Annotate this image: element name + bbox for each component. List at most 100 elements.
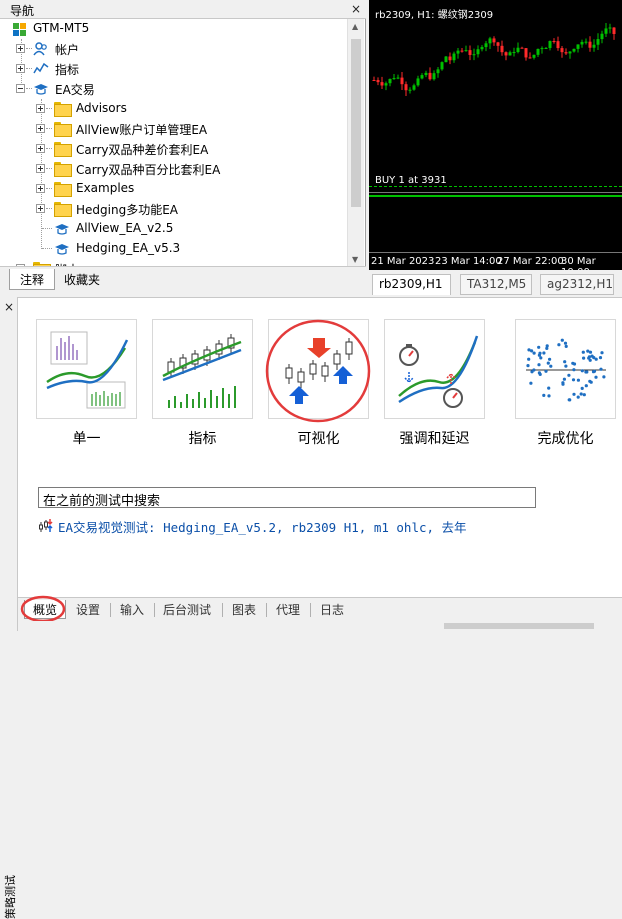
optimization-dot xyxy=(542,351,546,355)
tree-item-scripts[interactable]: 脚本 xyxy=(0,259,347,266)
expand-icon[interactable] xyxy=(36,124,45,133)
mode-indicator-card[interactable] xyxy=(152,319,253,419)
tree-folder-carry-percent[interactable]: Carry双品种百分比套利EA xyxy=(0,159,347,179)
folder-icon xyxy=(54,122,72,137)
optimization-dot xyxy=(600,351,604,355)
expand-icon[interactable] xyxy=(36,144,45,153)
mode-single-card[interactable] xyxy=(36,319,137,419)
mode-optimization-card[interactable] xyxy=(515,319,616,419)
tree-item-label: AllView_EA_v2.5 xyxy=(76,221,174,235)
optimization-dot xyxy=(561,382,565,386)
navigator-scrollbar[interactable]: ▲ ▼ xyxy=(347,19,364,266)
candle-body xyxy=(512,52,516,54)
tab-inputs[interactable]: 输入 xyxy=(120,600,144,619)
tree-ea-hedging[interactable]: Hedging_EA_v5.3 xyxy=(0,239,347,259)
candle-body xyxy=(460,50,464,52)
chart-tab-ta312[interactable]: TA312,M5 xyxy=(460,274,532,295)
optimization-dot xyxy=(584,370,588,374)
tab-settings[interactable]: 设置 xyxy=(76,600,100,619)
tester-horizontal-scrollbar[interactable] xyxy=(18,621,622,631)
candle-body xyxy=(456,50,460,54)
candle-body xyxy=(444,56,448,63)
candle-body xyxy=(388,78,392,84)
navigator-close-icon[interactable]: × xyxy=(350,3,362,15)
candle-body xyxy=(596,39,600,45)
optimization-dot xyxy=(587,355,591,359)
tab-agents[interactable]: 代理 xyxy=(276,600,300,619)
mode-stress-delay-card[interactable] xyxy=(384,319,485,419)
tab-favorites[interactable]: 收藏夹 xyxy=(54,269,110,290)
optimization-dot xyxy=(546,361,550,365)
tree-item-expert-advisors[interactable]: EA交易 xyxy=(0,79,347,99)
chart-tab-rb2309[interactable]: rb2309,H1 xyxy=(372,274,451,295)
tab-journal[interactable]: 日志 xyxy=(320,600,344,619)
candle-body xyxy=(532,54,536,58)
candle-body xyxy=(372,80,376,81)
price-chart[interactable]: rb2309, H1: 螺纹钢2309 BUY 1 at 3931 21 Mar… xyxy=(369,0,622,270)
expert-advisors-icon xyxy=(34,84,48,95)
tree-item-indicators[interactable]: 指标 xyxy=(0,59,347,79)
candle-body xyxy=(560,48,564,53)
expand-icon[interactable] xyxy=(16,64,25,73)
indicators-icon xyxy=(33,62,49,74)
tree-folder-hedging[interactable]: Hedging多功能EA xyxy=(0,199,347,219)
tester-side-title: 策略测试 xyxy=(4,875,17,919)
optimization-dot xyxy=(560,338,564,342)
candle-body xyxy=(500,45,504,53)
candle-body xyxy=(464,50,468,52)
chart-tab-ag2312[interactable]: ag2312,H1 xyxy=(540,274,614,295)
candle-body xyxy=(468,50,472,55)
expand-icon[interactable] xyxy=(36,204,45,213)
indicator-level-line xyxy=(369,195,622,197)
optimization-dot xyxy=(567,398,571,402)
optimization-dot xyxy=(539,356,543,360)
collapse-icon[interactable] xyxy=(16,84,25,93)
navigator-tabs: 注释 收藏夹 xyxy=(0,266,366,296)
scroll-up-icon[interactable]: ▲ xyxy=(352,22,358,31)
mode-optimization-label: 完成优化 xyxy=(537,431,594,447)
expand-icon[interactable] xyxy=(36,104,45,113)
trade-level-line xyxy=(369,186,622,187)
optimization-dot xyxy=(592,356,596,360)
tree-ea-allview[interactable]: AllView_EA_v2.5 xyxy=(0,219,347,239)
tester-close-icon[interactable]: × xyxy=(3,301,15,313)
tab-graph[interactable]: 图表 xyxy=(232,600,256,619)
candle-body xyxy=(392,78,396,80)
scrollbar-thumb[interactable] xyxy=(444,623,594,629)
tree-item-accounts[interactable]: 帐户 xyxy=(0,39,347,59)
candle-body xyxy=(384,83,388,86)
candle-body xyxy=(592,44,596,48)
scroll-down-icon[interactable]: ▼ xyxy=(352,255,358,264)
optimization-dot xyxy=(572,362,577,366)
tree-item-label: Hedging多功能EA xyxy=(76,203,178,217)
candle-body xyxy=(600,33,604,40)
optimization-dot xyxy=(567,373,571,377)
candle-body xyxy=(552,41,556,43)
expand-icon[interactable] xyxy=(36,184,45,193)
expand-icon[interactable] xyxy=(36,164,45,173)
optimization-dot xyxy=(572,392,576,396)
stress-delay-icon xyxy=(398,335,479,408)
tree-folder-carry-spread[interactable]: Carry双品种差价套利EA xyxy=(0,139,347,159)
expand-icon[interactable] xyxy=(16,44,25,53)
time-label: 30 Mar 10:00 xyxy=(561,256,596,270)
recent-test-label: EA交易视觉测试: Hedging_EA_v5.2, rb2309 H1, m1… xyxy=(58,520,467,535)
optimization-dot xyxy=(584,384,588,388)
tree-folder-advisors[interactable]: Advisors xyxy=(0,99,347,119)
candlestick-series xyxy=(372,22,616,96)
tree-folder-allview[interactable]: AllView账户订单管理EA xyxy=(0,119,347,139)
recent-test-link[interactable]: EA交易视觉测试: Hedging_EA_v5.2, rb2309 H1, m1… xyxy=(38,516,598,536)
tree-root[interactable]: GTM-MT5 xyxy=(0,19,347,39)
scrollbar-thumb[interactable] xyxy=(351,39,361,207)
tab-backtest[interactable]: 后台测试 xyxy=(163,600,211,619)
optimization-dot xyxy=(598,356,603,360)
optimization-dot xyxy=(579,392,583,396)
tree-folder-examples[interactable]: Examples xyxy=(0,179,347,199)
previous-tests-search-input[interactable]: 在之前的测试中搜索 xyxy=(38,487,536,509)
mode-single-label: 单一 xyxy=(72,431,101,447)
tab-comments[interactable]: 注释 xyxy=(9,269,56,290)
optimization-dot xyxy=(529,381,533,385)
candle-body xyxy=(376,80,380,83)
optimization-dot xyxy=(564,344,568,348)
complete-optimization-icon xyxy=(526,338,606,402)
